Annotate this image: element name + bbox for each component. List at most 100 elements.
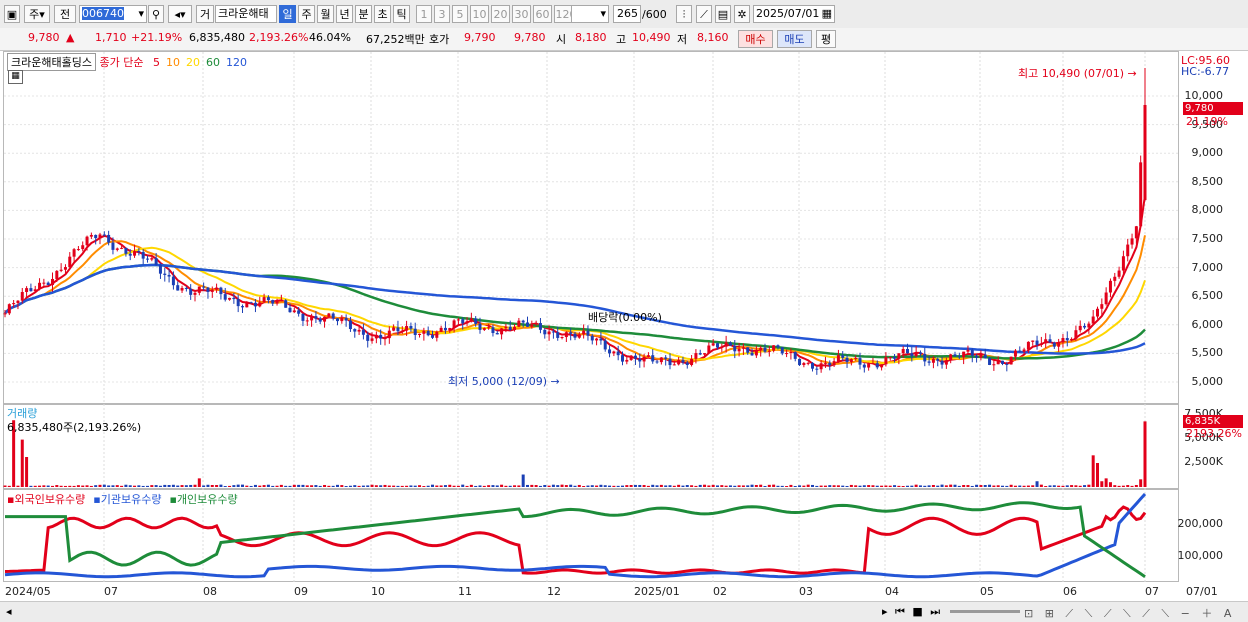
ma-period-60: 60 — [205, 56, 220, 69]
volume-bar — [746, 485, 750, 487]
candle-body — [266, 297, 270, 301]
volume-bar — [379, 485, 383, 487]
zoom-slider[interactable] — [950, 610, 1020, 613]
candle-body — [275, 300, 279, 304]
holdings-legend: ▪외국인보유수량 ▪기관보유수량 ▪개인보유수량 — [7, 491, 246, 507]
candle-body — [733, 345, 737, 352]
candle-body — [1121, 256, 1125, 271]
volume-bar — [163, 484, 167, 487]
playback-controls[interactable]: ▸ ⏮ ■ ⏭ — [882, 605, 942, 619]
volume-bar — [1126, 485, 1130, 487]
candle-body — [102, 234, 106, 236]
volume-bar — [936, 485, 940, 487]
volume-bar — [141, 485, 145, 487]
candle-body — [927, 361, 931, 363]
volume-bar — [262, 485, 266, 487]
volume-bar — [357, 485, 361, 487]
volume-bar — [599, 484, 603, 487]
candle-body — [1061, 338, 1065, 343]
table-icon[interactable]: ▦ — [8, 70, 23, 84]
volume-value: 6,835,480주(2,193.26%) — [7, 421, 142, 434]
candle-body — [38, 282, 42, 290]
volume-bar — [361, 485, 365, 487]
volume-bar — [323, 484, 327, 487]
hc-label: HC:-6.77 — [1181, 65, 1230, 78]
volume-bar — [111, 485, 115, 487]
candle-body — [949, 354, 953, 361]
candle-body — [832, 361, 836, 366]
volume-bar — [992, 485, 996, 487]
volume-bar — [543, 484, 547, 487]
drawing-tools[interactable]: ⊡ ⊞ ⟋ ⟍ ⟋ ⟍ ⟋ ⟍ − ＋ A — [1024, 605, 1235, 621]
volume-bar — [642, 485, 646, 487]
volume-bar — [573, 485, 577, 487]
candle-body — [1113, 276, 1117, 281]
candle-body — [754, 350, 758, 356]
volume-bar — [241, 484, 244, 487]
candle-body — [262, 297, 266, 303]
volume-bar — [828, 485, 832, 487]
volume-bar — [340, 485, 344, 487]
volume-bar — [102, 484, 106, 487]
volume-bar — [888, 485, 892, 487]
volume-bar — [1121, 485, 1125, 487]
volume-bar — [880, 485, 884, 487]
candle-body — [357, 329, 361, 332]
candle-body — [728, 342, 732, 346]
volume-bar — [767, 484, 771, 487]
candle-body — [456, 319, 460, 321]
volume-bar — [271, 485, 275, 487]
candle-body — [284, 300, 288, 308]
volume-bar — [996, 485, 1000, 487]
volume-bar — [1104, 478, 1108, 487]
volume-bar — [25, 457, 29, 487]
volume-bar — [167, 485, 171, 487]
scroll-left-icon[interactable]: ◂ — [6, 605, 12, 618]
volume-bar — [128, 485, 132, 487]
candle-body — [1070, 338, 1074, 341]
candle-body — [638, 358, 642, 362]
candle-body — [206, 287, 210, 292]
volume-bar — [29, 485, 33, 487]
candle-body — [672, 364, 676, 366]
volume-bar — [55, 485, 59, 487]
candle-body — [849, 359, 853, 362]
volume-bar — [910, 485, 914, 487]
volume-bar — [988, 484, 992, 487]
candle-body — [590, 335, 594, 341]
volume-bar — [336, 484, 339, 487]
candle-body — [150, 258, 154, 260]
candle-body — [763, 347, 767, 352]
candle-body — [798, 358, 802, 366]
candle-body — [33, 289, 37, 292]
volume-bar — [772, 484, 776, 487]
volume-bar — [556, 485, 560, 487]
candle-body — [936, 358, 940, 361]
volume-bar — [38, 485, 42, 487]
volume-bar — [120, 485, 124, 487]
x-tick: 07/01 — [1186, 585, 1218, 598]
candle-body — [862, 364, 866, 368]
volume-bar — [849, 484, 853, 487]
candle-body — [1074, 330, 1078, 339]
candle-body — [556, 332, 560, 338]
volume-bar — [741, 485, 745, 487]
candle-body — [461, 319, 465, 324]
candle-body — [305, 320, 309, 322]
volume-bar — [1039, 484, 1043, 487]
volume-bar — [815, 485, 819, 487]
candle-body — [858, 358, 862, 365]
candle-body — [646, 355, 650, 357]
volume-bar — [292, 484, 296, 487]
candle-body — [746, 347, 750, 353]
x-tick: 02 — [713, 585, 727, 598]
volume-bar — [115, 485, 119, 487]
stock-label[interactable]: 크라운해태홀딩스 — [7, 53, 96, 71]
volume-bar — [763, 485, 767, 487]
candle-body — [16, 300, 20, 304]
volume-bar — [629, 485, 633, 487]
candle-body — [854, 358, 858, 360]
volume-bar — [288, 485, 292, 487]
volume-bar — [754, 484, 758, 487]
candle-body — [279, 300, 283, 302]
